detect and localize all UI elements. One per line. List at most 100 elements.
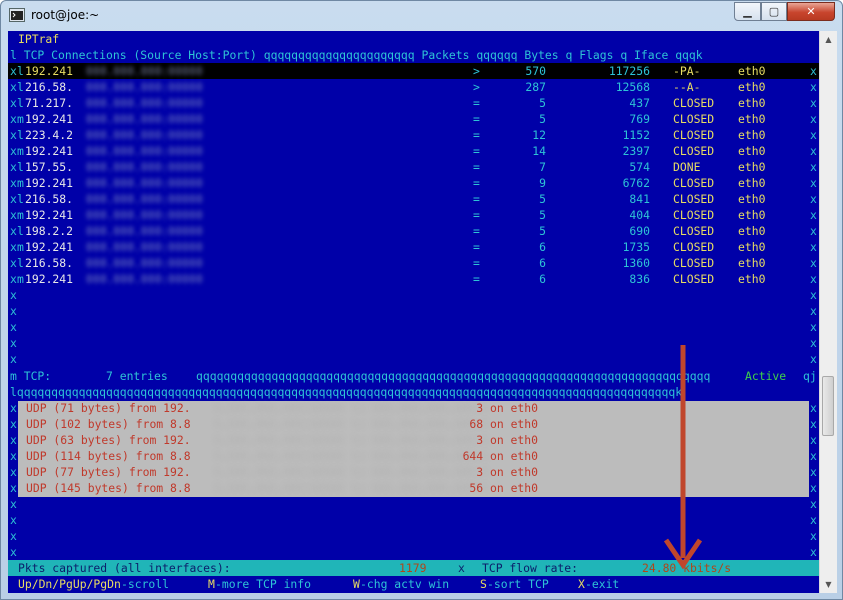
connection-packets: 6	[539, 256, 546, 270]
connection-host: 216.58.	[25, 192, 74, 206]
connection-iface: eth0	[738, 272, 766, 286]
tcp-entry-count: 7 entries	[106, 369, 168, 383]
connection-iface: eth0	[738, 112, 766, 126]
connection-flags: CLOSED	[673, 256, 715, 270]
help-description: -more TCP info	[215, 577, 312, 591]
side-border: x	[810, 288, 817, 302]
connection-prefix: x	[10, 144, 17, 158]
connection-corner: l	[17, 128, 24, 142]
tcp-connection-row[interactable]: x m 192.241 = 9 6762 CLOSED eth0 000.000.000:000…	[8, 175, 819, 191]
scroll-up-arrow-icon[interactable]: ▲	[820, 31, 837, 48]
connection-corner: m	[17, 272, 24, 286]
right-border: x	[810, 64, 817, 78]
right-border: x	[810, 144, 817, 158]
connection-corner: l	[17, 80, 24, 94]
right-border: x	[810, 112, 817, 126]
close-button[interactable]: ✕	[787, 2, 835, 21]
connection-prefix: x	[10, 160, 17, 174]
tcp-connection-row[interactable]: x m 192.241 = 6 836 CLOSED eth0 000.000.000:0000…	[8, 271, 819, 287]
side-border: x	[810, 417, 817, 431]
tcp-connection-row[interactable]: x l 71.217. = 5 437 CLOSED eth0 000.000.000:0000…	[8, 95, 819, 111]
connection-bytes: 117256	[608, 64, 650, 78]
title-bar[interactable]: root@joe:~ ▁ ▢ ✕	[1, 1, 842, 31]
connection-dir: =	[473, 272, 480, 286]
right-border: x	[810, 256, 817, 270]
connection-dir: =	[473, 160, 480, 174]
connection-host: 192.241	[25, 144, 74, 158]
side-border: x	[810, 545, 817, 559]
udp-packet-tail: 68 on eth0	[469, 417, 538, 431]
help-key: S	[480, 577, 487, 591]
tcp-connection-row[interactable]: x l 192.241 >570 117256 -PA-eth0 000.000.000:0…	[8, 63, 819, 79]
help-description: -scroll	[121, 577, 170, 591]
connection-packets: 5	[539, 96, 546, 110]
side-border: x	[810, 304, 817, 318]
help-bar: Up/Dn/PgUp/PgDn M W S X -scroll -more TCP info…	[8, 576, 819, 592]
connection-host: 192.241	[25, 240, 74, 254]
udp-packet-tail: 3 on eth0	[476, 433, 538, 447]
connection-iface: eth0	[738, 96, 766, 110]
tcp-connection-row[interactable]: x l 157.55. = 7 574 DONE eth0 000.000.000:00000 x	[8, 159, 819, 175]
tcp-connection-row[interactable]: x m 192.241 = 6 1735 CLOSED eth0 000.000.000:000…	[8, 239, 819, 255]
redacted-udp-detail: 0.000.000.000:00000 to 000.000.000.000:0	[214, 481, 489, 495]
connection-host: 192.241	[25, 272, 74, 286]
tcp-connection-row[interactable]: x l 216.58. >287 12568 --A-eth0 000.000.000:00…	[8, 79, 819, 95]
redacted-host-detail: 000.000.000:00000	[86, 192, 203, 206]
tcp-connection-row[interactable]: x m 192.241 = 5 404 CLOSED eth0 000.000.000:0000…	[8, 207, 819, 223]
connection-prefix: x	[10, 64, 17, 78]
help-key: X	[578, 577, 585, 591]
connection-bytes: 2397	[622, 144, 650, 158]
help-key: M	[208, 577, 215, 591]
redacted-udp-detail: 0.000.000.000:00000 to 000.000.000.000:0	[214, 449, 489, 463]
minimize-button[interactable]: ▁	[734, 2, 761, 21]
redacted-udp-detail: 0.000.000.000:00000 to 000.000.000.000:0	[214, 417, 489, 431]
scroll-down-arrow-icon[interactable]: ▼	[820, 576, 837, 593]
connection-iface: eth0	[738, 144, 766, 158]
right-border: x	[810, 208, 817, 222]
side-border: x	[10, 545, 17, 559]
connection-packets: 6	[539, 272, 546, 286]
redacted-udp-detail: 0.000.000.000:00000 to 000.000.000.000:0	[214, 433, 489, 447]
help-key: W	[353, 577, 360, 591]
right-border: x	[810, 192, 817, 206]
tcp-connection-row[interactable]: x m 192.241 = 14 2397 CLOSED eth0 000.000.000:00…	[8, 143, 819, 159]
maximize-icon: ▢	[768, 5, 780, 18]
tcp-connection-row[interactable]: x l 223.4.2 = 12 1152 CLOSED eth0 000.000.000:00…	[8, 127, 819, 143]
terminal-screen[interactable]: IPTraf l TCP Connections (Source Host:Po…	[8, 31, 819, 593]
connection-bytes: 574	[629, 160, 650, 174]
help-description: -sort TCP	[487, 577, 549, 591]
connection-flags: CLOSED	[673, 224, 715, 238]
right-border: x	[810, 176, 817, 190]
tcp-connection-row[interactable]: x l 198.2.2 = 5 690 CLOSED eth0 000.000.000:0000…	[8, 223, 819, 239]
connection-corner: m	[17, 240, 24, 254]
app-header-row: IPTraf	[8, 31, 819, 47]
side-border: x	[810, 336, 817, 350]
connection-corner: m	[17, 176, 24, 190]
help-key: Up/Dn/PgUp/PgDn	[18, 577, 121, 591]
connection-flags: -PA-	[673, 64, 701, 78]
packets-captured-label: Pkts captured (all interfaces):	[18, 561, 231, 575]
side-border: x	[10, 529, 17, 543]
maximize-button[interactable]: ▢	[761, 2, 787, 21]
connection-iface: eth0	[738, 176, 766, 190]
connection-bytes: 6762	[622, 176, 650, 190]
connection-flags: CLOSED	[673, 240, 715, 254]
connection-bytes: 1152	[622, 128, 650, 142]
connection-dir: =	[473, 256, 480, 270]
side-border: x	[10, 336, 17, 350]
vertical-scrollbar[interactable]: ▲ ▼	[819, 31, 837, 593]
tcp-connection-row[interactable]: x l 216.58. = 6 1360 CLOSED eth0 000.000.000:000…	[8, 255, 819, 271]
connection-prefix: x	[10, 80, 17, 94]
udp-packet-text: UDP (77 bytes) from 192.	[26, 465, 191, 479]
connection-flags: CLOSED	[673, 96, 715, 110]
redacted-host-detail: 000.000.000:00000	[86, 96, 203, 110]
side-border: x	[10, 513, 17, 527]
tcp-connection-row[interactable]: x l 216.58. = 5 841 CLOSED eth0 000.000.000:0000…	[8, 191, 819, 207]
connection-bytes: 690	[629, 224, 650, 238]
tcp-connection-row[interactable]: x m 192.241 = 5 769 CLOSED eth0 000.000.000:0000…	[8, 111, 819, 127]
connection-prefix: x	[10, 112, 17, 126]
connection-flags: CLOSED	[673, 128, 715, 142]
scroll-thumb[interactable]	[822, 376, 834, 436]
connection-host: 71.217.	[25, 96, 74, 110]
udp-packet-text: UDP (145 bytes) from 8.8	[26, 481, 191, 495]
